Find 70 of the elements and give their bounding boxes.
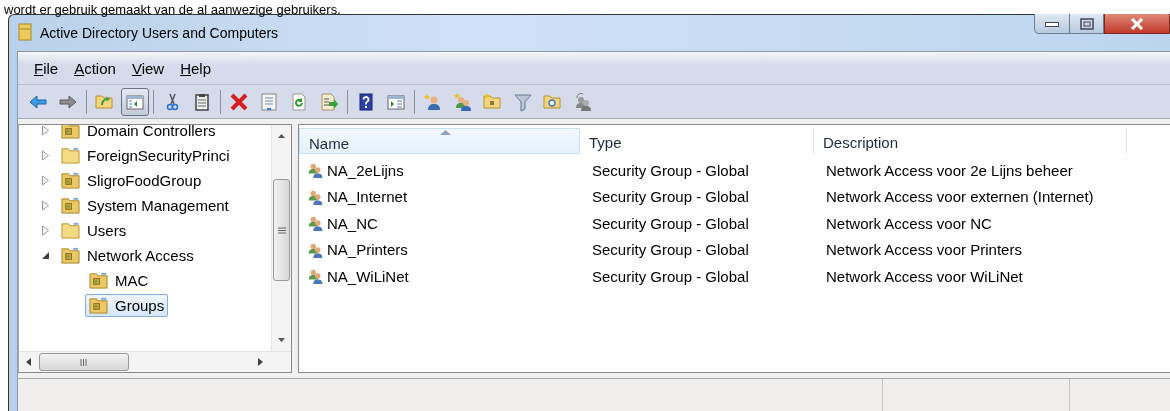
group-icon xyxy=(307,214,325,233)
tree-item[interactable]: Network Access xyxy=(57,244,198,267)
app-icon xyxy=(18,23,32,41)
export-icon xyxy=(319,91,339,112)
ou-folder-icon xyxy=(61,196,80,215)
expand-arrow-icon[interactable] xyxy=(41,125,50,136)
ou-folder-icon xyxy=(61,246,80,265)
help-icon xyxy=(356,91,376,112)
table-cell: Network Access voor 2e Lijns beheer xyxy=(826,161,1073,179)
group-name[interactable]: NA_Printers xyxy=(327,241,408,259)
tree-item[interactable]: Groups xyxy=(85,294,169,317)
grip-icon xyxy=(277,226,286,234)
vertical-scrollbar[interactable] xyxy=(271,125,291,351)
table-cell: Security Group - Global xyxy=(592,241,749,259)
group-name[interactable]: NA_2eLijns xyxy=(327,161,404,179)
tree-item[interactable]: SligroFoodGroup xyxy=(57,169,206,192)
tree-item[interactable]: MAC xyxy=(85,269,153,292)
expand-arrow-icon[interactable] xyxy=(41,225,50,236)
table-cell: Security Group - Global xyxy=(592,214,749,232)
table-cell: Network Access voor externen (Internet) xyxy=(826,188,1094,206)
tree-item[interactable]: System Management xyxy=(57,194,233,217)
table-cell: Security Group - Global xyxy=(592,188,749,206)
document-icon xyxy=(259,91,279,112)
folder-star-icon xyxy=(483,91,503,112)
menu-item[interactable]: File xyxy=(26,59,67,77)
column-header[interactable]: Name xyxy=(299,128,580,154)
folder-icon xyxy=(61,221,80,240)
delete-icon xyxy=(229,91,249,112)
maximize-button[interactable] xyxy=(1070,14,1104,34)
refresh-icon xyxy=(289,91,309,112)
group-name[interactable]: NA_NC xyxy=(327,214,378,232)
users-star-icon xyxy=(453,91,473,112)
close-button[interactable] xyxy=(1104,14,1170,34)
table-cell: Network Access voor Printers xyxy=(826,241,1022,259)
document-text: wordt er gebruik gemaakt van de al aanwezige gebruikers. xyxy=(4,2,341,17)
close-icon xyxy=(1130,17,1144,30)
clipboard-icon xyxy=(192,91,212,112)
sort-caret-icon xyxy=(439,129,451,135)
menu-item[interactable]: View xyxy=(123,59,173,77)
ou-folder-icon xyxy=(89,296,108,315)
collapse-arrow-icon[interactable] xyxy=(41,251,50,260)
grip-icon xyxy=(80,358,88,366)
tree-item[interactable]: Domain Controllers xyxy=(57,125,220,142)
tree-item[interactable]: Users xyxy=(57,219,131,242)
menu-item[interactable]: Help xyxy=(172,59,219,77)
group-name[interactable]: NA_WiLiNet xyxy=(327,267,409,285)
window-title: Active Directory Users and Computers xyxy=(40,24,279,41)
table-cell: Network Access voor NC xyxy=(826,214,992,232)
group-icon xyxy=(307,267,325,286)
group-icon xyxy=(307,161,325,180)
minimize-button[interactable] xyxy=(1034,14,1070,34)
expand-arrow-icon[interactable] xyxy=(41,175,50,186)
horizontal-scrollbar[interactable] xyxy=(19,351,291,372)
group-name[interactable]: NA_Internet xyxy=(327,188,408,206)
folder-icon xyxy=(61,146,80,165)
toolbar-button[interactable] xyxy=(121,87,149,116)
ou-folder-icon xyxy=(89,271,108,290)
expand-arrow-icon[interactable] xyxy=(41,200,50,211)
table-cell: Network Access voor WiLiNet xyxy=(826,267,1023,285)
expand-arrow-icon[interactable] xyxy=(41,150,50,161)
tree-item[interactable]: ForeignSecurityPrinci xyxy=(57,144,234,167)
ou-folder-icon xyxy=(61,125,80,140)
table-cell: Security Group - Global xyxy=(592,267,749,285)
minimize-icon xyxy=(1045,20,1059,27)
maximize-icon xyxy=(1079,17,1094,30)
ou-folder-icon xyxy=(61,171,80,190)
filter-icon xyxy=(513,91,533,112)
table-cell: Security Group - Global xyxy=(592,161,749,179)
menu-item[interactable]: Action xyxy=(66,59,124,77)
users-icon xyxy=(573,91,593,112)
